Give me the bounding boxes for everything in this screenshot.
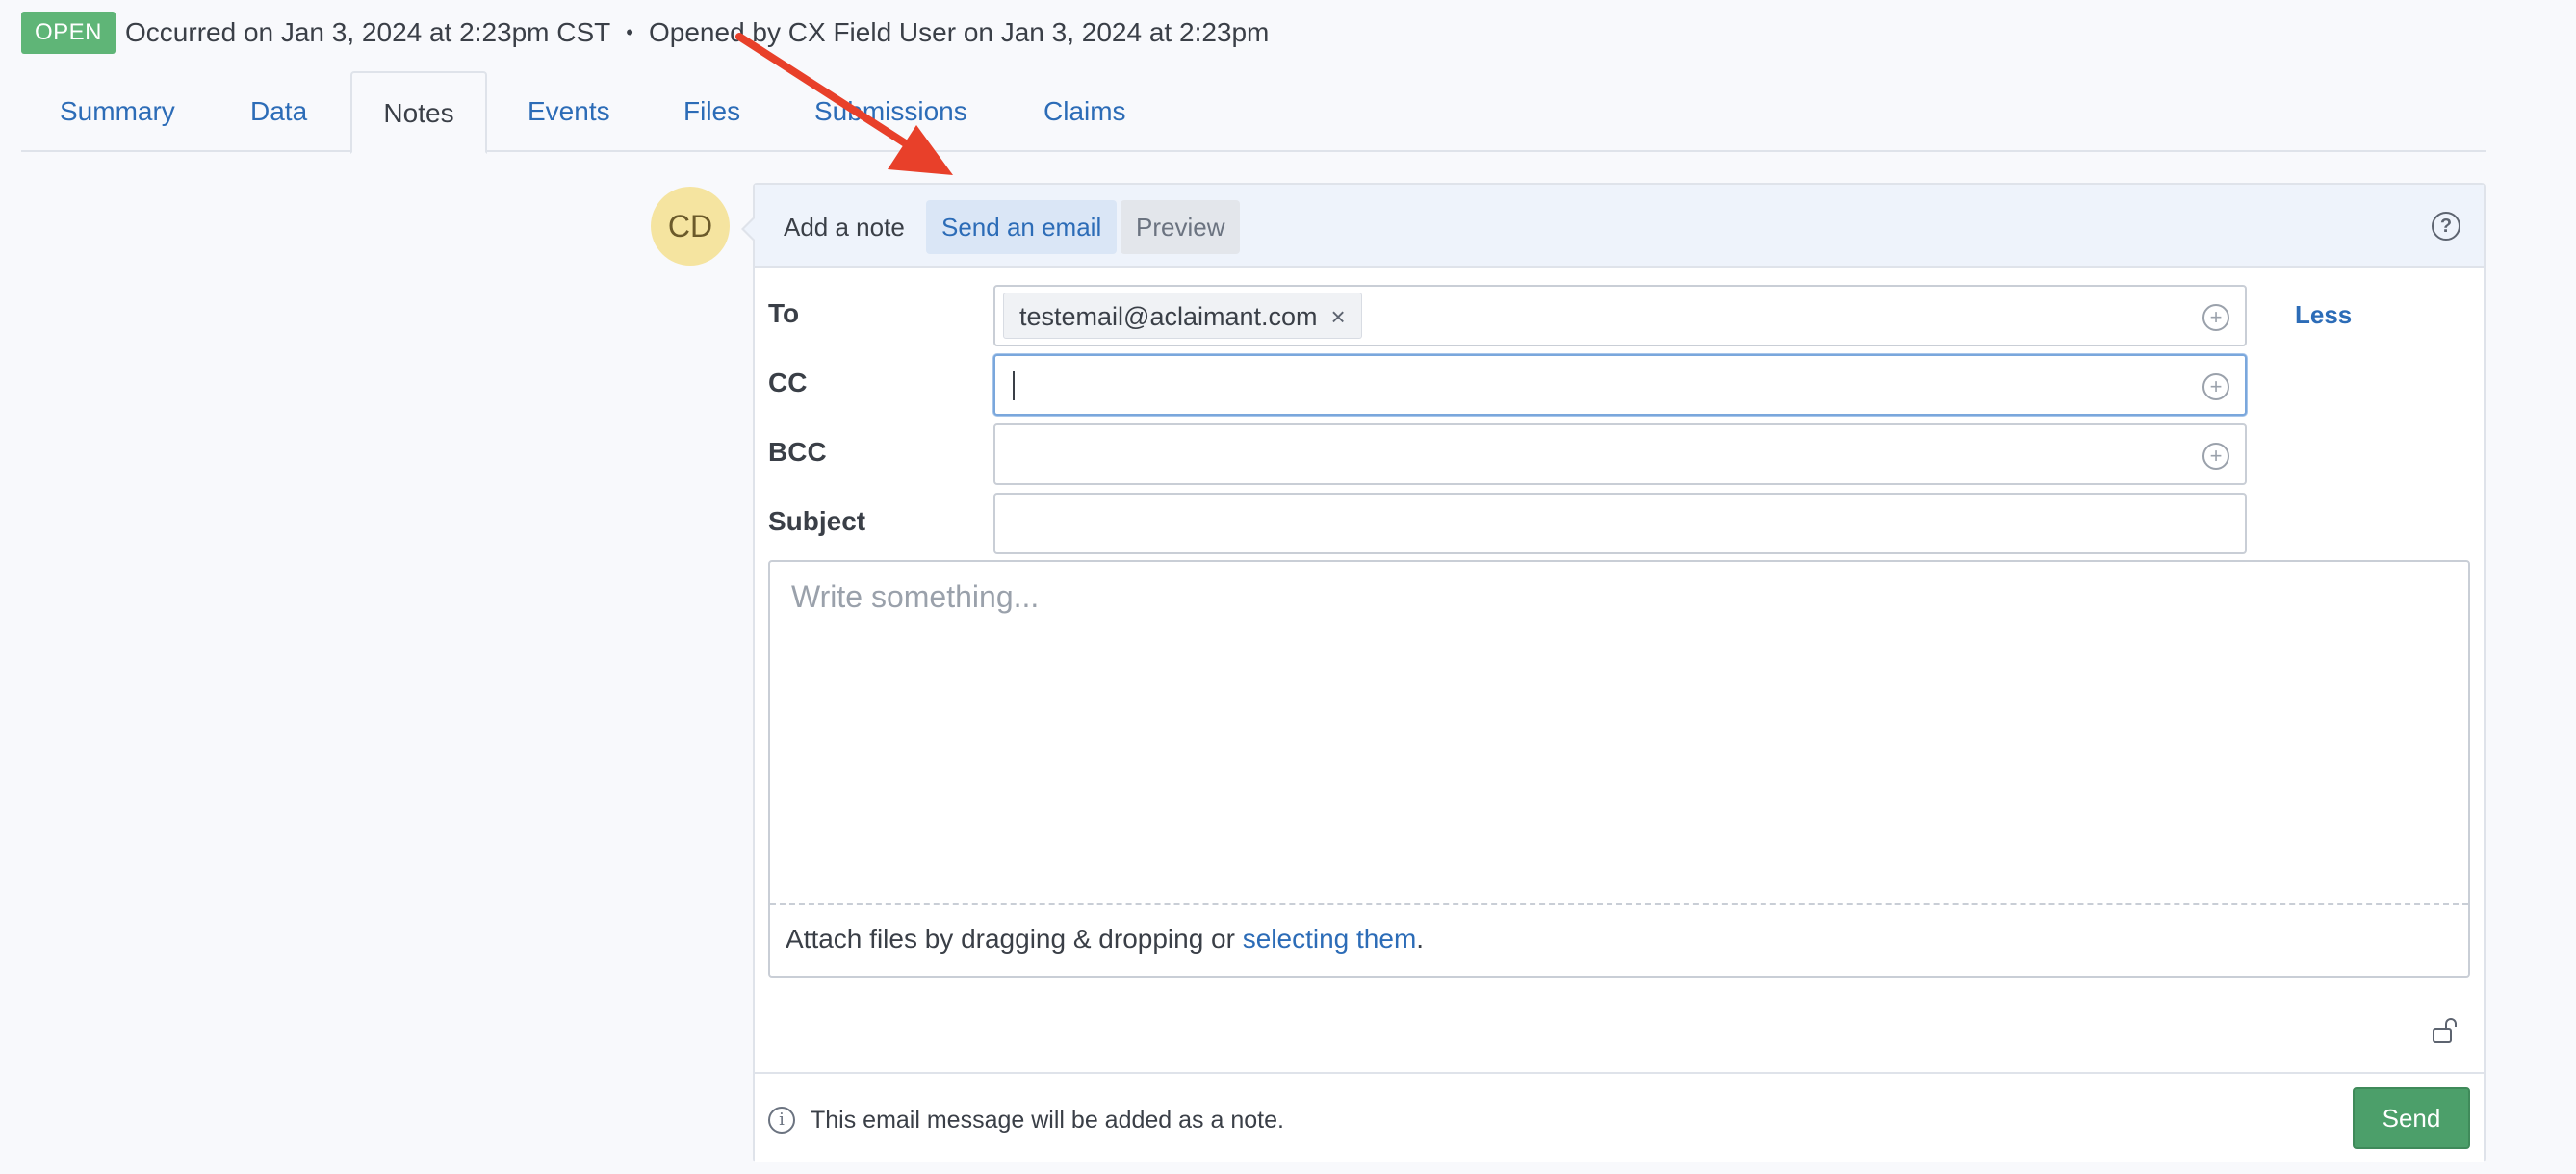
subject-label: Subject [768, 506, 866, 536]
email-composer: Add a note Send an email Preview ? To te… [741, 183, 2486, 1162]
status-badge: OPEN [21, 12, 116, 54]
recipient-chip: testemail@aclaimant.com × [1003, 293, 1362, 339]
less-link[interactable]: Less [2295, 300, 2352, 330]
tab-claims[interactable]: Claims [1043, 71, 1126, 152]
composer-footer: i This email message will be added as a … [755, 1072, 2484, 1162]
attachment-dropzone[interactable]: Attach files by dragging & dropping or s… [770, 903, 2468, 976]
info-circle-icon: i [768, 1107, 795, 1134]
text-caret [1013, 371, 1015, 400]
attach-instructions: Attach files by dragging & dropping or s… [786, 924, 1425, 954]
footer-note: This email message will be added as a no… [811, 1107, 1284, 1134]
close-icon[interactable]: × [1331, 302, 1346, 331]
select-files-link[interactable]: selecting them [1243, 924, 1417, 954]
incident-header: OPEN Occurred on Jan 3, 2024 at 2:23pm C… [21, 12, 1269, 54]
bcc-field[interactable]: + [993, 423, 2247, 485]
to-field[interactable]: testemail@aclaimant.com × + [993, 285, 2247, 346]
plus-circle-icon[interactable]: + [2202, 443, 2229, 470]
unlock-icon[interactable] [2432, 1016, 2460, 1045]
message-body-editor[interactable]: Write something... Attach files by dragg… [768, 560, 2470, 978]
tab-events[interactable]: Events [528, 71, 610, 152]
subject-field[interactable] [993, 493, 2247, 554]
bcc-label: BCC [768, 437, 827, 467]
send-button[interactable]: Send [2353, 1087, 2470, 1149]
cc-field[interactable]: + [993, 354, 2247, 416]
tab-data[interactable]: Data [250, 71, 307, 152]
tab-notes[interactable]: Notes [350, 71, 487, 154]
mode-add-note[interactable]: Add a note [768, 200, 920, 254]
mode-preview[interactable]: Preview [1121, 200, 1241, 254]
mode-send-email[interactable]: Send an email [926, 200, 1118, 254]
body-placeholder: Write something... [791, 579, 1040, 614]
plus-circle-icon[interactable]: + [2202, 304, 2229, 331]
tab-submissions[interactable]: Submissions [814, 71, 967, 152]
header-separator: • [626, 20, 633, 44]
to-label: To [768, 298, 800, 328]
tab-summary[interactable]: Summary [60, 71, 175, 152]
avatar: CD [651, 187, 730, 266]
tab-bar: Summary Data Notes Events Files Submissi… [21, 71, 2486, 154]
occurred-text: Occurred on Jan 3, 2024 at 2:23pm CST [125, 17, 611, 47]
tab-files[interactable]: Files [683, 71, 740, 152]
help-circle-icon[interactable]: ? [2432, 212, 2460, 241]
composer-mode-bar: Add a note Send an email Preview ? [755, 185, 2484, 268]
recipient-chip-label: testemail@aclaimant.com [1019, 302, 1318, 331]
plus-circle-icon[interactable]: + [2202, 373, 2229, 400]
opened-text: Opened by CX Field User on Jan 3, 2024 a… [649, 17, 1270, 47]
cc-label: CC [768, 368, 808, 397]
